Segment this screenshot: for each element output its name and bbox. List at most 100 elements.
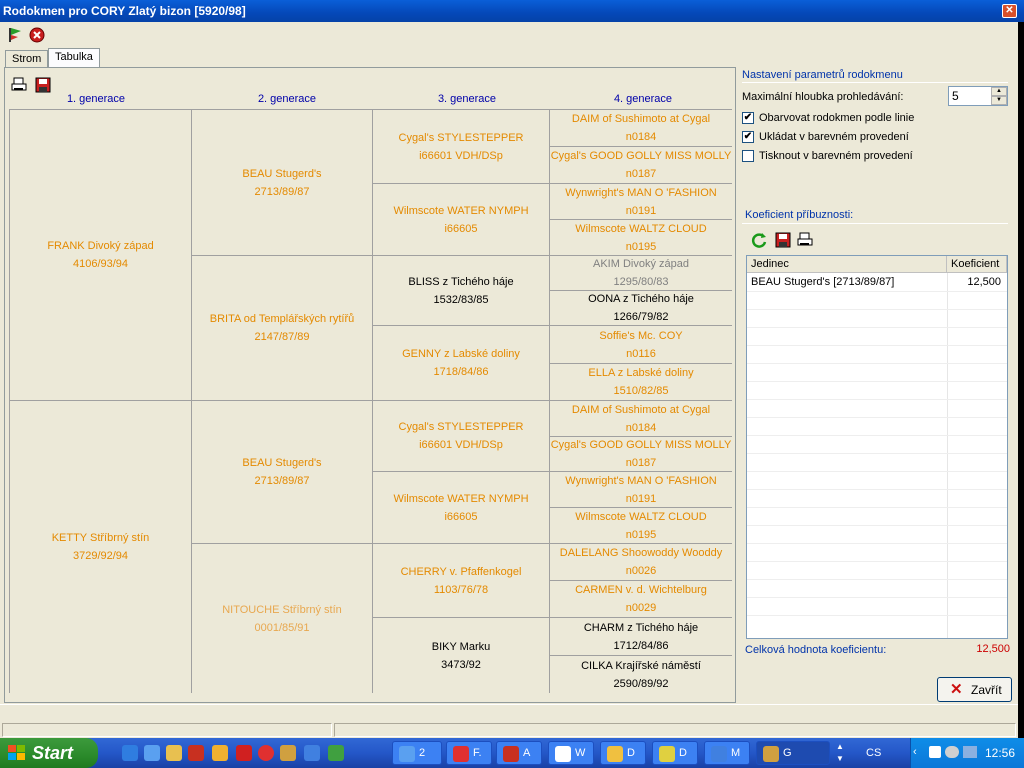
pedigree-cell[interactable]: Soffie's Mc. COY n0116 xyxy=(549,325,732,363)
opera-icon[interactable] xyxy=(258,745,274,761)
cancel-icon[interactable] xyxy=(28,26,46,44)
pedigree-cell[interactable]: Cygal's GOOD GOLLY MISS MOLLY n0187 xyxy=(549,146,732,183)
taskbar-scroll-buttons[interactable]: ▲ ▼ xyxy=(834,741,846,765)
print-icon[interactable] xyxy=(796,231,814,249)
task-button-active[interactable]: G xyxy=(756,741,830,765)
pedigree-cell[interactable]: GENNY z Labské doliny 1718/84/86 xyxy=(372,325,549,400)
close-button[interactable]: ✕ Zavřít xyxy=(937,677,1012,702)
app-icon xyxy=(555,746,571,762)
pedigree-cell[interactable]: BIKY Marku 3473/92 xyxy=(372,617,549,693)
column-header[interactable]: Jedinec xyxy=(747,256,947,273)
task-button[interactable]: D xyxy=(600,741,646,765)
folder-icon[interactable] xyxy=(166,745,182,761)
start-button[interactable]: Start xyxy=(0,738,98,768)
pedigree-cell[interactable]: CHERRY v. Pfaffenkogel 1103/76/78 xyxy=(372,543,549,617)
pedigree-cell[interactable]: FRANK Divoký západ 4106/93/94 xyxy=(9,109,191,400)
dog-id: n0191 xyxy=(625,204,657,217)
row-divider xyxy=(747,525,1007,526)
pedigree-cell[interactable]: KETTY Stříbrný stín 3729/92/94 xyxy=(9,400,191,693)
app-icon[interactable] xyxy=(236,745,252,761)
checkbox-save-color[interactable]: ✔ xyxy=(742,131,754,143)
dog-id: n0195 xyxy=(625,240,657,253)
pedigree-cell[interactable]: Wilmscote WATER NYMPH i66605 xyxy=(372,183,549,255)
filezilla-icon[interactable] xyxy=(188,745,204,761)
pedigree-cell[interactable]: NITOUCHE Stříbrný stín 0001/85/91 xyxy=(191,543,372,693)
table-cell-value[interactable]: 12,500 xyxy=(949,276,1001,288)
spin-up-button[interactable]: ▲ xyxy=(991,87,1007,96)
pedigree-cell[interactable]: DALELANG Shoowoddy Wooddy n0026 xyxy=(549,543,732,580)
checkbox-color-lines[interactable]: ✔ xyxy=(742,112,754,124)
app-icon xyxy=(607,746,623,762)
dog-name: Cygal's GOOD GOLLY MISS MOLLY xyxy=(550,439,732,451)
column-header[interactable]: Koeficient xyxy=(947,256,1007,273)
print-icon[interactable] xyxy=(10,76,28,94)
task-button[interactable]: A xyxy=(496,741,542,765)
ie-icon[interactable] xyxy=(122,745,138,761)
depth-value: 5 xyxy=(952,89,959,103)
pedigree-cell[interactable]: Cygal's GOOD GOLLY MISS MOLLY n0187 xyxy=(549,436,732,471)
pedigree-cell[interactable]: Wilmscote WALTZ CLOUD n0195 xyxy=(549,507,732,543)
tab-tabulka[interactable]: Tabulka xyxy=(48,48,100,68)
task-label: F. xyxy=(473,747,482,759)
excel-icon[interactable] xyxy=(328,745,344,761)
task-button[interactable]: D xyxy=(652,741,698,765)
refresh-icon[interactable] xyxy=(750,231,768,249)
save-icon[interactable] xyxy=(774,231,792,249)
pedigree-cell[interactable]: Wilmscote WALTZ CLOUD n0195 xyxy=(549,219,732,255)
close-window-button[interactable]: ✕ xyxy=(1002,4,1017,18)
dog-id: 1266/79/82 xyxy=(613,311,669,323)
pedigree-cell[interactable]: BRITA od Templářských rytířů 2147/87/89 xyxy=(191,255,372,400)
pedigree-cell[interactable]: DAIM of Sushimoto at Cygal n0184 xyxy=(549,400,732,436)
task-button[interactable]: F. xyxy=(446,741,492,765)
pedigree-cell[interactable]: Cygal's STYLESTEPPER i66601 VDH/DSp xyxy=(372,109,549,183)
dog-name: Cygal's GOOD GOLLY MISS MOLLY xyxy=(550,150,732,162)
coefficient-table[interactable]: Jedinec Koeficient BEAU Stugerd's [2713/… xyxy=(746,255,1008,639)
pedigree-cell[interactable]: BEAU Stugerd's 2713/89/87 xyxy=(191,109,372,255)
tray-icon[interactable] xyxy=(945,746,959,758)
checkbox-print-color[interactable] xyxy=(742,150,754,162)
browser-icon[interactable] xyxy=(144,745,160,761)
app-icon[interactable] xyxy=(212,745,228,761)
task-button[interactable]: M xyxy=(704,741,750,765)
pedigree-cell[interactable]: DAIM of Sushimoto at Cygal n0184 xyxy=(549,109,732,146)
pedigree-cell[interactable]: AKIM Divoký západ 1295/80/83 xyxy=(549,255,732,290)
pedigree-cell[interactable]: OONA z Tichého háje 1266/79/82 xyxy=(549,290,732,325)
pedigree-cell[interactable]: BLISS z Tichého háje 1532/83/85 xyxy=(372,255,549,325)
depth-spinner[interactable]: 5 ▲ ▼ xyxy=(948,86,1008,106)
app-icon[interactable] xyxy=(280,745,296,761)
network-icon[interactable] xyxy=(963,746,977,758)
clock[interactable]: 12:56 xyxy=(985,746,1015,760)
generation-header: 2. generace xyxy=(257,93,317,105)
row-divider xyxy=(747,561,1007,562)
pedigree-cell[interactable]: Wynwright's MAN O 'FASHION n0191 xyxy=(549,471,732,507)
table-cell-name[interactable]: BEAU Stugerd's [2713/89/87] xyxy=(751,276,894,288)
pedigree-cell[interactable]: CHARM z Tichého háje 1712/84/86 xyxy=(549,617,732,655)
checkbox-label: Tisknout v barevném provedení xyxy=(759,150,913,162)
ie-icon xyxy=(399,746,415,762)
pedigree-cell[interactable]: Wynwright's MAN O 'FASHION n0191 xyxy=(549,183,732,219)
app-icon xyxy=(659,746,675,762)
dog-id: 2713/89/87 xyxy=(254,475,310,487)
pedigree-cell[interactable]: ELLA z Labské doliny 1510/82/85 xyxy=(549,363,732,400)
flag-icon[interactable] xyxy=(6,26,24,44)
spin-down-button[interactable]: ▼ xyxy=(991,96,1007,105)
row-divider xyxy=(747,579,1007,580)
tray-icon[interactable] xyxy=(929,746,941,758)
task-button[interactable]: 2 xyxy=(392,741,442,765)
title-bar[interactable]: Rodokmen pro CORY Zlatý bizon [5920/98] … xyxy=(0,0,1024,22)
pedigree-cell[interactable]: Wilmscote WATER NYMPH i66605 xyxy=(372,471,549,543)
dog-name: Wilmscote WALTZ CLOUD xyxy=(575,222,707,235)
pedigree-cell[interactable]: CARMEN v. d. Wichtelburg n0029 xyxy=(549,580,732,617)
language-indicator[interactable]: CS xyxy=(866,747,881,759)
pedigree-cell[interactable]: Cygal's STYLESTEPPER i66601 VDH/DSp xyxy=(372,400,549,471)
close-button-label: Zavřít xyxy=(971,683,1002,697)
task-button[interactable]: W xyxy=(548,741,594,765)
tab-strom[interactable]: Strom xyxy=(5,50,49,68)
tray-expand-icon[interactable]: ‹ xyxy=(913,746,925,760)
dog-name: Wynwright's MAN O 'FASHION xyxy=(565,186,717,199)
pedigree-cell[interactable]: BEAU Stugerd's 2713/89/87 xyxy=(191,400,372,543)
pedigree-cell[interactable]: CILKA Krajířské náměstí 2590/89/92 xyxy=(549,655,732,693)
save-icon[interactable] xyxy=(34,76,52,94)
dog-id: 3729/92/94 xyxy=(72,550,129,562)
app-icon[interactable] xyxy=(304,745,320,761)
